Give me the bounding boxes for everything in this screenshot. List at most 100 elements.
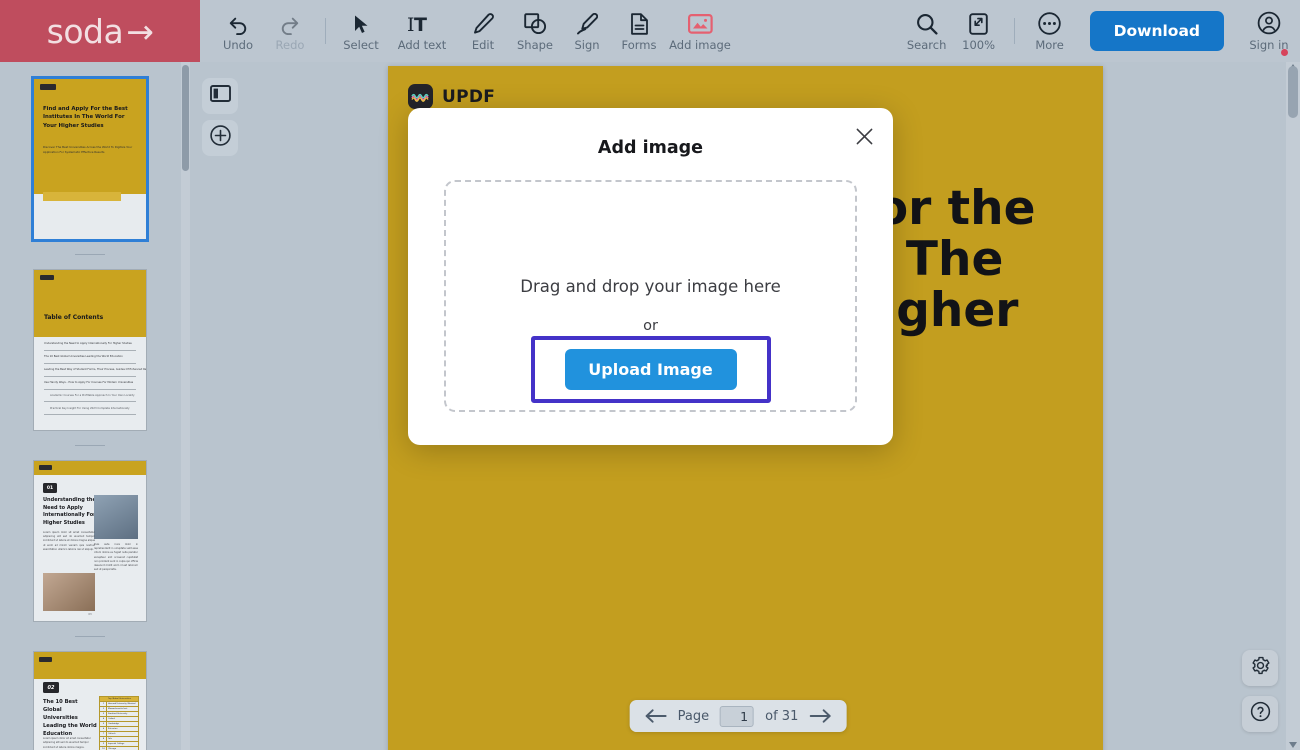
table-cell-index: 5 [100, 722, 107, 726]
page-total-label: of 31 [765, 708, 799, 724]
thumb4-body-text: Lorem ipsum dolor sit amet consectetur a… [43, 737, 91, 749]
page-thumbnail-3[interactable]: 01 Understanding the Need to Apply Inter… [34, 461, 146, 621]
thumbnail-item-wrapper: Find and Apply For the Best Institutes I… [0, 76, 180, 270]
upload-button-focus-ring: Upload Image [530, 336, 771, 403]
undo-button[interactable]: Undo [212, 2, 264, 60]
thumbnail-item-wrapper: Table of Contents Understanding the Need… [0, 270, 180, 461]
page-navigation-bar: Page of 31 [629, 700, 847, 732]
table-cell-index: 1 [100, 702, 107, 706]
sidebar-scrollbar-track[interactable] [181, 62, 190, 750]
page-number-input[interactable] [720, 705, 755, 727]
svg-text:T: T [414, 14, 427, 35]
upload-image-button[interactable]: Upload Image [564, 349, 737, 390]
thumb2-rule [44, 401, 136, 402]
canvas-scrollbar-thumb[interactable] [1288, 66, 1298, 118]
sign-label: Sign [574, 38, 600, 52]
more-button[interactable]: More [1024, 2, 1076, 60]
redo-button[interactable]: Redo [264, 2, 316, 60]
thumb3-page-number: 03 [88, 613, 92, 616]
thumb2-rule [44, 363, 136, 364]
page-thumbnail-1[interactable]: Find and Apply For the Best Institutes I… [31, 76, 149, 242]
thumb2-rule [44, 389, 136, 390]
thumb1-bottom-area [34, 194, 146, 239]
select-button[interactable]: Select [335, 2, 387, 60]
redo-label: Redo [275, 38, 305, 52]
forms-label: Forms [621, 38, 657, 52]
add-image-button[interactable]: Add image [665, 2, 735, 60]
toolbar-divider [325, 18, 326, 44]
table-cell-name: Caltech [108, 733, 116, 735]
thumb2-entry: The 10 Best Global Universities Leading … [44, 355, 123, 358]
thumb2-entry: Practical Key Insight For Using 2023 Com… [50, 407, 130, 410]
canvas-scrollbar-track[interactable] [1286, 62, 1300, 750]
table-cell-name: Stanford University [108, 713, 128, 715]
help-button[interactable] [1242, 696, 1278, 732]
shape-label: Shape [516, 38, 553, 52]
thumbnail-sidebar[interactable]: Find and Apply For the Best Institutes I… [0, 62, 190, 750]
thumb3-title: Understanding the Need to Apply Internat… [43, 497, 96, 526]
floating-action-buttons [1242, 650, 1278, 732]
close-button[interactable] [851, 126, 877, 152]
table-cell-name: Oxford [108, 718, 115, 720]
more-dots-icon [1038, 10, 1061, 35]
sign-in-button[interactable]: Sign in [1238, 2, 1300, 60]
thumb4-logo-icon [39, 657, 52, 662]
search-icon [916, 10, 938, 35]
sidebar-scrollbar-thumb[interactable] [182, 65, 189, 171]
search-label: Search [906, 38, 947, 52]
thumb2-rule [44, 414, 136, 415]
search-button[interactable]: Search [901, 2, 953, 60]
next-page-button[interactable] [809, 709, 831, 723]
zoom-fit-icon [969, 10, 988, 35]
add-text-icon: I T [407, 10, 437, 35]
thumbnail-separator [75, 254, 105, 255]
download-button[interactable]: Download [1089, 11, 1224, 51]
thumbnail-separator [75, 636, 105, 637]
question-circle-icon [1250, 701, 1271, 727]
thumb1-logo-icon [40, 84, 56, 90]
scroll-down-icon[interactable] [1286, 740, 1300, 750]
edit-button[interactable]: Edit [457, 2, 509, 60]
table-cell-index: 3 [100, 712, 107, 716]
settings-button[interactable] [1242, 650, 1278, 686]
undo-icon [227, 10, 249, 35]
thumb2-entry: Leading the Best Way of Student Forms, T… [44, 368, 146, 371]
add-text-button[interactable]: I T Add text [387, 2, 457, 60]
top-toolbar: soda → Undo Redo Select I T Add text Edi… [0, 0, 1300, 62]
shape-button[interactable]: Shape [509, 2, 561, 60]
add-image-icon [687, 10, 713, 35]
brand-wordmark: soda → [47, 12, 154, 51]
image-dropzone[interactable]: Drag and drop your image here or Upload … [444, 180, 857, 412]
zoom-level-label: 100% [962, 38, 996, 52]
forms-button[interactable]: Forms [613, 2, 665, 60]
redo-icon [279, 10, 301, 35]
dropzone-or-label: or [643, 318, 658, 334]
zoom-level-button[interactable]: 100% [953, 2, 1005, 60]
thumb2-rule [44, 376, 136, 377]
table-cell-index: 7 [100, 732, 107, 736]
thumbnail-item-wrapper: 02 The 10 Best Global Universities Leadi… [0, 652, 180, 750]
thumbnail-separator [75, 445, 105, 446]
table-cell-index: 6 [100, 727, 107, 731]
updf-logo-icon [408, 84, 433, 109]
sign-button[interactable]: Sign [561, 2, 613, 60]
previous-page-button[interactable] [645, 709, 667, 723]
more-label: More [1035, 38, 1064, 52]
thumb2-logo-icon [40, 275, 54, 280]
arrow-right-icon: → [126, 11, 154, 51]
page-label: Page [677, 708, 710, 724]
close-icon [856, 128, 873, 150]
thumb2-entry: Academic Courses For a Profitable Approa… [50, 394, 135, 397]
gear-icon [1250, 655, 1271, 681]
toolbar-divider-2 [1013, 18, 1015, 44]
page-thumbnail-4[interactable]: 02 The 10 Best Global Universities Leadi… [34, 652, 146, 750]
thumb3-photo-1 [94, 495, 138, 539]
table-cell-name: Princeton [108, 728, 118, 730]
modal-title: Add image [597, 138, 704, 158]
page-thumbnail-2[interactable]: Table of Contents Understanding the Need… [34, 270, 146, 430]
app-logo[interactable]: soda → [0, 0, 200, 62]
edit-label: Edit [471, 38, 495, 52]
pencil-icon [473, 10, 494, 35]
add-text-label: Add text [397, 38, 447, 52]
thumb2-entry: Use Handy Ways - How to Apply For Course… [44, 381, 134, 384]
